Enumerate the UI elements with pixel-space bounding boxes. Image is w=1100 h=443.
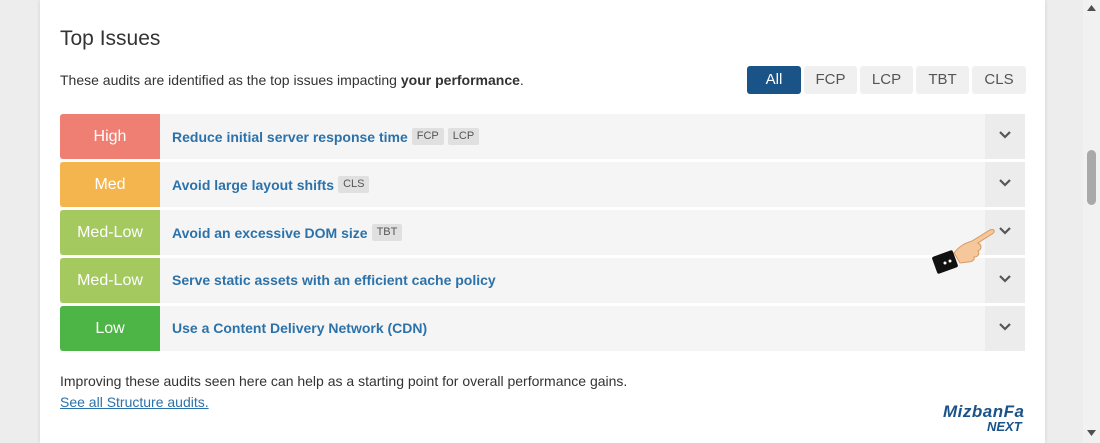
logo-sub-text: NEXT xyxy=(987,419,1022,434)
filter-all-button[interactable]: All xyxy=(747,66,801,94)
issue-row[interactable]: Med-Low Serve static assets with an effi… xyxy=(60,258,1025,303)
mizbanfa-logo: MizbanFa NEXT xyxy=(943,402,1038,436)
metric-tag: LCP xyxy=(447,128,480,145)
chevron-down-icon xyxy=(999,227,1011,235)
description-bold: your performance xyxy=(400,72,520,88)
filter-tbt-button[interactable]: TBT xyxy=(916,66,969,94)
severity-badge: Med-Low xyxy=(60,210,160,255)
severity-badge: Med-Low xyxy=(60,258,160,303)
footer-note: Improving these audits seen here can hel… xyxy=(60,373,628,389)
metric-tag: FCP xyxy=(411,128,444,145)
description-suffix: . xyxy=(519,72,524,88)
issue-title[interactable]: Avoid an excessive DOM size xyxy=(172,225,368,241)
top-issues-card: Top Issues These audits are identified a… xyxy=(40,0,1045,443)
issue-row[interactable]: Med Avoid large layout shifts CLS xyxy=(60,162,1025,207)
issue-title-wrap: Avoid an excessive DOM size TBT xyxy=(172,224,403,241)
issues-list: High Reduce initial server response time… xyxy=(60,114,1025,354)
issue-title-wrap: Reduce initial server response time FCP … xyxy=(172,128,480,145)
issue-row[interactable]: Low Use a Content Delivery Network (CDN) xyxy=(60,306,1025,351)
section-description: These audits are identified as the top i… xyxy=(60,72,524,88)
issue-title[interactable]: Avoid large layout shifts xyxy=(172,177,334,193)
chevron-down-icon xyxy=(999,131,1011,139)
chevron-down-icon xyxy=(999,179,1011,187)
severity-badge: Med xyxy=(60,162,160,207)
pointing-hand-icon xyxy=(932,229,995,274)
issue-title-wrap: Avoid large layout shifts CLS xyxy=(172,176,370,193)
issue-title[interactable]: Serve static assets with an efficient ca… xyxy=(172,272,496,288)
severity-badge: Low xyxy=(60,306,160,351)
description-prefix: These audits are identified as the top i… xyxy=(60,72,401,88)
section-title: Top Issues xyxy=(60,27,161,50)
metric-tag: CLS xyxy=(338,176,370,193)
issue-title[interactable]: Use a Content Delivery Network (CDN) xyxy=(172,320,427,336)
scroll-thumb[interactable] xyxy=(1087,150,1096,205)
issue-title-wrap: Serve static assets with an efficient ca… xyxy=(172,272,496,288)
issue-row[interactable]: Med-Low Avoid an excessive DOM size TBT xyxy=(60,210,1025,255)
expand-button[interactable] xyxy=(985,162,1025,207)
filter-lcp-button[interactable]: LCP xyxy=(860,66,913,94)
metric-filter-group: All FCP LCP TBT CLS xyxy=(747,66,1026,94)
severity-badge: High xyxy=(60,114,160,159)
chevron-down-icon xyxy=(999,275,1011,283)
expand-button[interactable] xyxy=(985,114,1025,159)
issue-title-wrap: Use a Content Delivery Network (CDN) xyxy=(172,320,427,336)
issue-row[interactable]: High Reduce initial server response time… xyxy=(60,114,1025,159)
filter-cls-button[interactable]: CLS xyxy=(972,66,1026,94)
see-all-audits-link[interactable]: See all Structure audits. xyxy=(60,394,209,410)
chevron-down-icon xyxy=(999,323,1011,331)
filter-fcp-button[interactable]: FCP xyxy=(804,66,857,94)
expand-button[interactable] xyxy=(985,306,1025,351)
issue-title[interactable]: Reduce initial server response time xyxy=(172,129,408,145)
scroll-down-arrow-icon[interactable] xyxy=(1087,430,1096,436)
vertical-scrollbar[interactable] xyxy=(1083,0,1100,443)
scroll-up-arrow-icon[interactable] xyxy=(1087,5,1096,11)
metric-tag: TBT xyxy=(371,224,403,241)
